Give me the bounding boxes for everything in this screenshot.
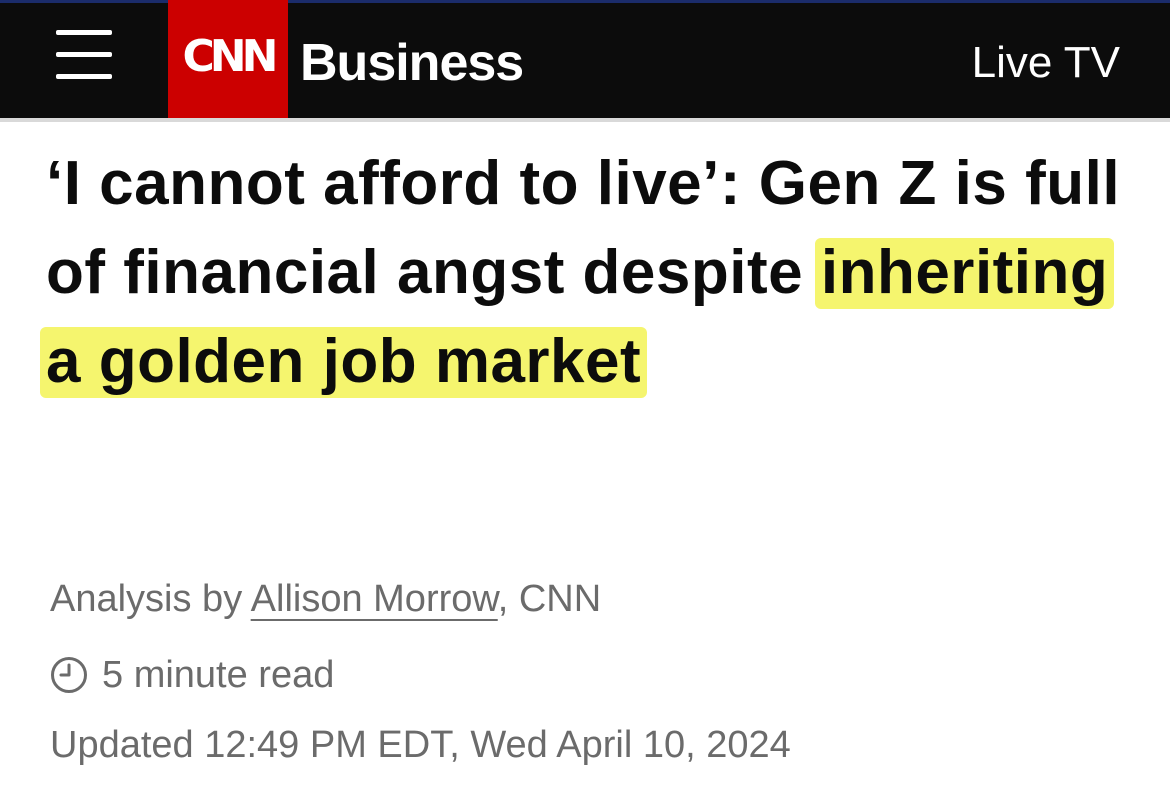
read-time-text: 5 minute read	[102, 654, 335, 696]
read-time: 5 minute read	[50, 652, 334, 698]
byline-suffix: , CNN	[497, 578, 602, 620]
menu-line	[56, 74, 112, 79]
cnn-logo[interactable]: CNN	[168, 0, 288, 118]
menu-line	[56, 30, 112, 35]
article-headline: ‘I cannot afford to live’: Gen Z is full…	[40, 139, 1146, 406]
byline-prefix: Analysis by	[50, 578, 251, 620]
live-tv-link[interactable]: Live TV	[972, 36, 1120, 90]
cnn-logo-text: CNN	[182, 31, 279, 82]
section-title-business[interactable]: Business	[300, 33, 524, 93]
hamburger-menu-icon[interactable]	[56, 30, 112, 82]
author-link[interactable]: Allison Morrow	[251, 578, 498, 620]
top-navigation-bar: CNN Business Live TV	[0, 0, 1170, 118]
header-divider	[0, 118, 1170, 122]
menu-line	[56, 52, 112, 57]
updated-timestamp: Updated 12:49 PM EDT, Wed April 10, 2024	[50, 724, 791, 766]
article-byline: Analysis by Allison Morrow, CNN	[50, 576, 601, 622]
clock-icon	[50, 656, 88, 705]
